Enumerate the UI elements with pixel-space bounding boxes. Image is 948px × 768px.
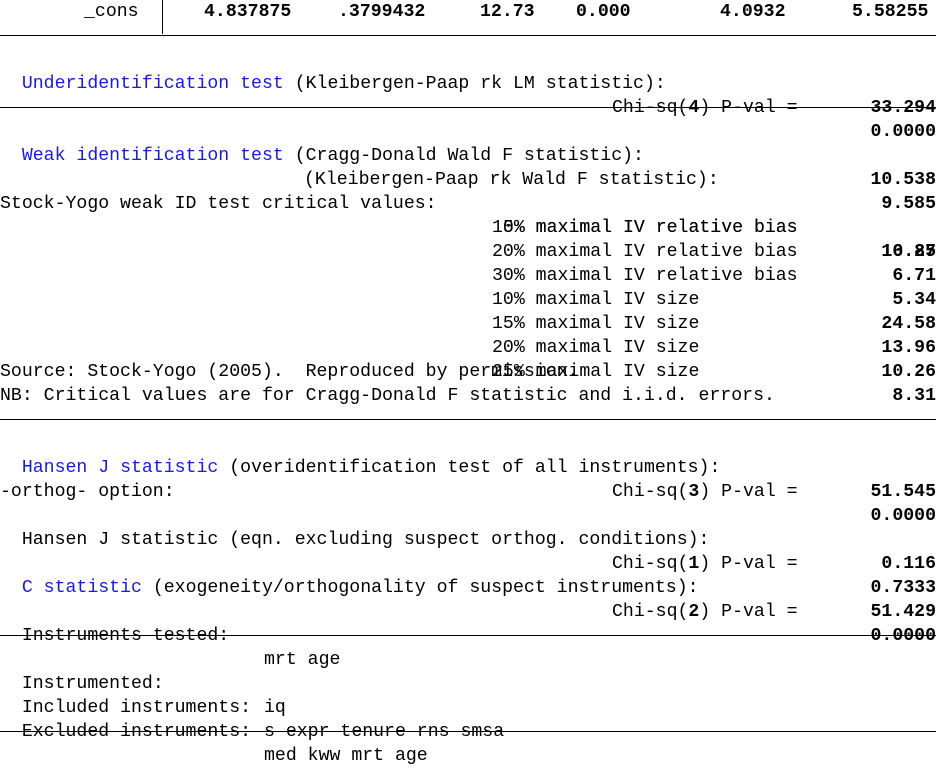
hansen2-chi-row: Chi-sq(1) P-val = 0.7333 bbox=[0, 528, 948, 598]
excluded-value: med kww mrt age bbox=[264, 746, 428, 766]
weakid-row2: (Kleibergen-Paap rk Wald F statistic): 9… bbox=[0, 144, 948, 214]
sy-row-7: 25% maximal IV size 8.31 bbox=[0, 336, 948, 406]
sy-row-2: 20% maximal IV relative bias 6.71 bbox=[0, 216, 948, 286]
hansen-chi-row: Chi-sq(3) P-val = 0.0000 bbox=[0, 456, 948, 526]
sy-row-5: 15% maximal IV size 13.96 bbox=[0, 288, 948, 358]
cons-p: 0.000 bbox=[576, 2, 631, 22]
divider bbox=[0, 635, 936, 636]
cons-ci-high: 5.58255 bbox=[852, 2, 929, 22]
sy-row-0: Stock-Yogo weak ID test critical values:… bbox=[0, 168, 948, 262]
sy-row-1: 10% maximal IV relative bias 10.27 bbox=[0, 192, 948, 262]
table-divider bbox=[162, 0, 163, 34]
c-chi-row: Chi-sq(2) P-val = 0.0000 bbox=[0, 576, 948, 646]
instrumented-row: Instrumented: iq bbox=[0, 648, 948, 718]
source-note: Source: Stock-Yogo (2005). Reproduced by… bbox=[0, 362, 579, 382]
included-value: s expr tenure rns smsa bbox=[264, 722, 505, 742]
c-stat-row: C statistic (exogeneity/orthogonality of… bbox=[0, 552, 948, 622]
divider bbox=[0, 419, 936, 420]
orthog-option: -orthog- option: bbox=[0, 482, 175, 502]
excluded-label: Excluded instruments: bbox=[21, 722, 252, 742]
underid-row: Underidentification test (Kleibergen-Paa… bbox=[0, 48, 948, 118]
underid-stat: 33.294 bbox=[870, 98, 937, 118]
cons-se: .3799432 bbox=[338, 2, 426, 22]
weakid-row: Weak identification test (Cragg-Donald W… bbox=[0, 120, 948, 190]
sy-row-4: 10% maximal IV size 24.58 bbox=[0, 264, 948, 334]
divider bbox=[0, 731, 936, 732]
sy-row-6: 20% maximal IV size 10.26 bbox=[0, 312, 948, 382]
hansen-row: Hansen J statistic (overidentification t… bbox=[0, 432, 948, 502]
cons-coef: 4.837875 bbox=[204, 2, 292, 22]
divider bbox=[0, 107, 936, 108]
cons-ci-low: 4.0932 bbox=[720, 2, 786, 22]
tested-row: Instruments tested: mrt age bbox=[0, 600, 948, 670]
underid-chi-row: Chi-sq(4) P-val = 0.0000 bbox=[0, 72, 948, 142]
divider bbox=[0, 35, 936, 36]
cons-z: 12.73 bbox=[480, 2, 535, 22]
nb-note: NB: Critical values are for Cragg-Donald… bbox=[0, 386, 775, 406]
c-pval: 0.0000 bbox=[870, 626, 937, 646]
underid-chi: Chi-sq(4) P-val = bbox=[612, 98, 798, 118]
cons-label: _cons bbox=[84, 2, 139, 22]
hansen2-row: Hansen J statistic (eqn. excluding suspe… bbox=[0, 504, 948, 574]
sy-row-3: 30% maximal IV relative bias 5.34 bbox=[0, 240, 948, 310]
tested-label: Instruments tested: bbox=[21, 626, 230, 646]
excluded-row: Excluded instruments: med kww mrt age bbox=[0, 696, 948, 766]
included-row: Included instruments: s expr tenure rns … bbox=[0, 672, 948, 742]
